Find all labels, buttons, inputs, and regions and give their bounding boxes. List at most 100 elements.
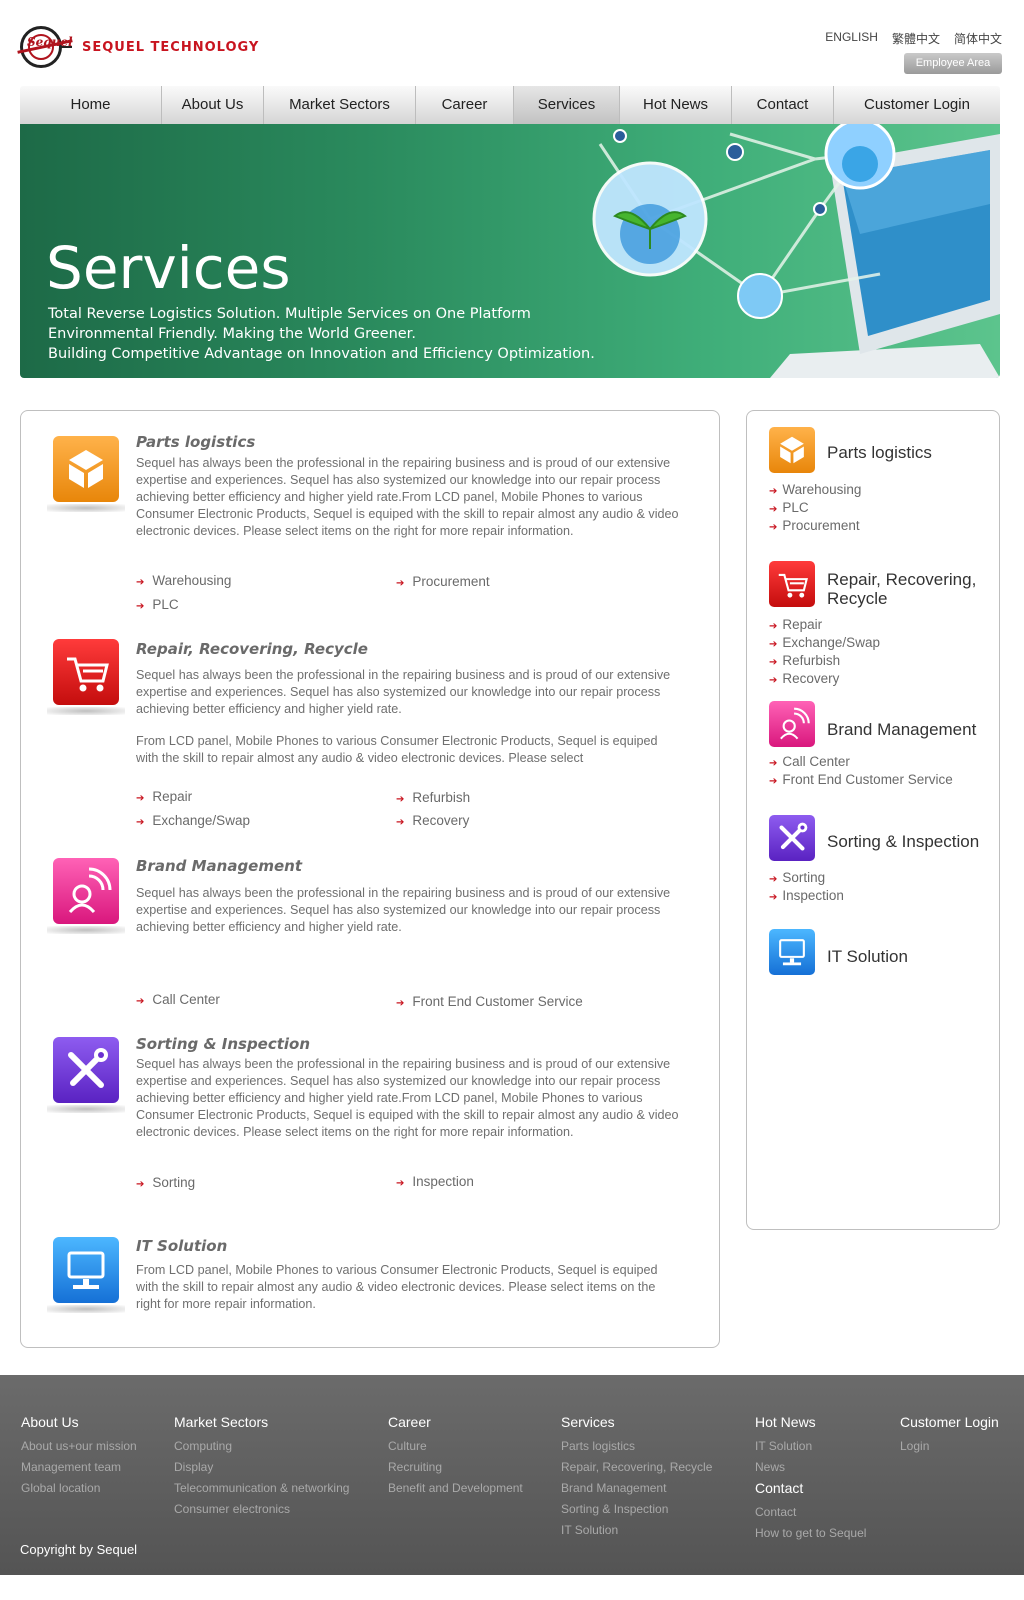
lang-simplified-chinese[interactable]: 简体中文 xyxy=(954,30,1002,47)
footer-link[interactable]: Contact xyxy=(755,1502,866,1523)
sidebar-link-front-end-customer-service[interactable]: ➔ Front End Customer Service xyxy=(769,772,953,787)
sidebar-title-brand-management[interactable]: Brand Management xyxy=(827,720,995,739)
lang-traditional-chinese[interactable]: 繁體中文 xyxy=(892,30,940,47)
footer-head-market-sectors[interactable]: Market Sectors xyxy=(174,1414,349,1430)
footer-link[interactable]: IT Solution xyxy=(561,1520,712,1541)
footer-link[interactable]: Global location xyxy=(21,1478,137,1499)
link-exchange-swap[interactable]: ➔ Exchange/Swap xyxy=(136,813,250,828)
sidebar-link-call-center[interactable]: ➔ Call Center xyxy=(769,754,850,769)
tools-icon[interactable] xyxy=(769,815,815,861)
footer-head-career[interactable]: Career xyxy=(388,1414,523,1430)
nav-services[interactable]: Services xyxy=(514,86,620,124)
footer-link[interactable]: Login xyxy=(900,1436,999,1457)
section-title[interactable]: Parts logistics xyxy=(136,433,255,451)
section-description-2: From LCD panel, Mobile Phones to various… xyxy=(136,734,658,765)
arrow-right-icon: ➔ xyxy=(769,874,778,885)
link-front-end-customer-service[interactable]: ➔ Front End Customer Service xyxy=(396,994,583,1009)
nav-hot-news[interactable]: Hot News xyxy=(620,86,732,124)
sidebar-link-recovery[interactable]: ➔ Recovery xyxy=(769,671,839,686)
section-description: Sequel has always been the professional … xyxy=(136,456,679,538)
arrow-right-icon: ➔ xyxy=(396,1178,405,1189)
logo-script: Sequel xyxy=(27,35,73,49)
footer-link[interactable]: News xyxy=(755,1457,866,1478)
arrow-right-icon: ➔ xyxy=(396,817,405,828)
nav-home[interactable]: Home xyxy=(20,86,162,124)
footer-link[interactable]: Consumer electronics xyxy=(174,1499,349,1520)
footer-link[interactable]: Sorting & Inspection xyxy=(561,1499,712,1520)
link-procurement[interactable]: ➔ Procurement xyxy=(396,574,490,589)
footer-link[interactable]: Telecommunication & networking xyxy=(174,1478,349,1499)
sidebar-link-warehousing[interactable]: ➔ Warehousing xyxy=(769,482,861,497)
link-inspection[interactable]: ➔ Inspection xyxy=(396,1174,474,1189)
sidebar-title-repair[interactable]: Repair, Recovering, Recycle xyxy=(827,570,995,608)
banner-tagline: Total Reverse Logistics Solution. Multip… xyxy=(48,304,595,364)
hero-banner: Services Total Reverse Logistics Solutio… xyxy=(20,124,1000,378)
headset-icon[interactable] xyxy=(769,701,815,747)
parts-box-icon[interactable] xyxy=(769,427,815,473)
nav-customer-login[interactable]: Customer Login xyxy=(834,86,1000,124)
sidebar-title-parts-logistics[interactable]: Parts logistics xyxy=(827,443,995,462)
link-call-center[interactable]: ➔ Call Center xyxy=(136,992,220,1007)
footer-col-services: Services Parts logistics Repair, Recover… xyxy=(561,1414,712,1541)
footer-link[interactable]: Culture xyxy=(388,1436,523,1457)
section-title[interactable]: Repair, Recovering, Recycle xyxy=(136,640,368,658)
nav-career[interactable]: Career xyxy=(416,86,514,124)
footer-head-customer-login[interactable]: Customer Login xyxy=(900,1414,999,1430)
footer-link[interactable]: Recruiting xyxy=(388,1457,523,1478)
section-title[interactable]: Brand Management xyxy=(136,857,302,875)
section-description: From LCD panel, Mobile Phones to various… xyxy=(136,1263,658,1311)
sidebar-link-exchange-swap[interactable]: ➔ Exchange/Swap xyxy=(769,635,880,650)
parts-box-icon xyxy=(47,436,125,512)
nav-contact[interactable]: Contact xyxy=(732,86,834,124)
cart-icon[interactable] xyxy=(769,561,815,607)
footer-link[interactable]: IT Solution xyxy=(755,1436,866,1457)
section-title[interactable]: Sorting & Inspection xyxy=(136,1035,310,1053)
footer-link[interactable]: Parts logistics xyxy=(561,1436,712,1457)
tagline-line: Building Competitive Advantage on Innova… xyxy=(48,346,595,362)
logo-mark-icon: Sequel xyxy=(17,26,73,68)
footer-col-hot-news: Hot News IT Solution News Contact Contac… xyxy=(755,1414,866,1544)
sidebar-link-inspection[interactable]: ➔ Inspection xyxy=(769,888,844,903)
footer-link[interactable]: How to get to Sequel xyxy=(755,1523,866,1544)
logo[interactable]: Sequel SEQUEL TECHNOLOGY xyxy=(17,26,300,68)
sidebar-link-refurbish[interactable]: ➔ Refurbish xyxy=(769,653,840,668)
lang-english[interactable]: ENGLISH xyxy=(825,30,878,47)
language-switcher: ENGLISH 繁體中文 简体中文 xyxy=(825,30,1002,47)
footer-link[interactable]: Computing xyxy=(174,1436,349,1457)
brand-name: SEQUEL TECHNOLOGY xyxy=(82,39,260,55)
footer-link[interactable]: Brand Management xyxy=(561,1478,712,1499)
services-sidebar: Parts logistics ➔ Warehousing ➔ PLC ➔ Procu… xyxy=(746,410,1000,1230)
sidebar-link-procurement[interactable]: ➔ Procurement xyxy=(769,518,860,533)
link-sorting[interactable]: ➔ Sorting xyxy=(136,1175,195,1190)
footer-head-about-us[interactable]: About Us xyxy=(21,1414,137,1430)
footer-link[interactable]: Benefit and Development xyxy=(388,1478,523,1499)
sidebar-title-sorting-inspection[interactable]: Sorting & Inspection xyxy=(827,832,995,851)
sidebar-link-sorting[interactable]: ➔ Sorting xyxy=(769,870,825,885)
copyright: Copyright by Sequel xyxy=(20,1542,138,1557)
footer-col-customer-login: Customer Login Login xyxy=(900,1414,999,1457)
nav-market-sectors[interactable]: Market Sectors xyxy=(264,86,416,124)
section-title[interactable]: IT Solution xyxy=(136,1237,227,1255)
arrow-right-icon: ➔ xyxy=(396,578,405,589)
link-warehousing[interactable]: ➔ Warehousing xyxy=(136,573,231,588)
footer-head-services[interactable]: Services xyxy=(561,1414,712,1430)
arrow-right-icon: ➔ xyxy=(769,522,778,533)
network-laptop-illustration xyxy=(592,124,1000,378)
footer-head-hot-news[interactable]: Hot News xyxy=(755,1414,866,1430)
footer-link[interactable]: Management team xyxy=(21,1457,137,1478)
sidebar-link-repair[interactable]: ➔ Repair xyxy=(769,617,822,632)
link-repair[interactable]: ➔ Repair xyxy=(136,789,192,804)
footer-link[interactable]: Display xyxy=(174,1457,349,1478)
footer-link[interactable]: About us+our mission xyxy=(21,1436,137,1457)
sidebar-title-it-solution[interactable]: IT Solution xyxy=(827,947,995,966)
sidebar-link-plc[interactable]: ➔ PLC xyxy=(769,500,809,515)
arrow-right-icon: ➔ xyxy=(396,998,405,1009)
footer-head-contact[interactable]: Contact xyxy=(755,1480,866,1496)
link-plc[interactable]: ➔ PLC xyxy=(136,597,179,612)
link-refurbish[interactable]: ➔ Refurbish xyxy=(396,790,470,805)
nav-about-us[interactable]: About Us xyxy=(162,86,264,124)
footer-link[interactable]: Repair, Recovering, Recycle xyxy=(561,1457,712,1478)
link-recovery[interactable]: ➔ Recovery xyxy=(396,813,469,828)
employee-area-button[interactable]: Employee Area xyxy=(904,53,1002,74)
computer-icon[interactable] xyxy=(769,929,815,975)
